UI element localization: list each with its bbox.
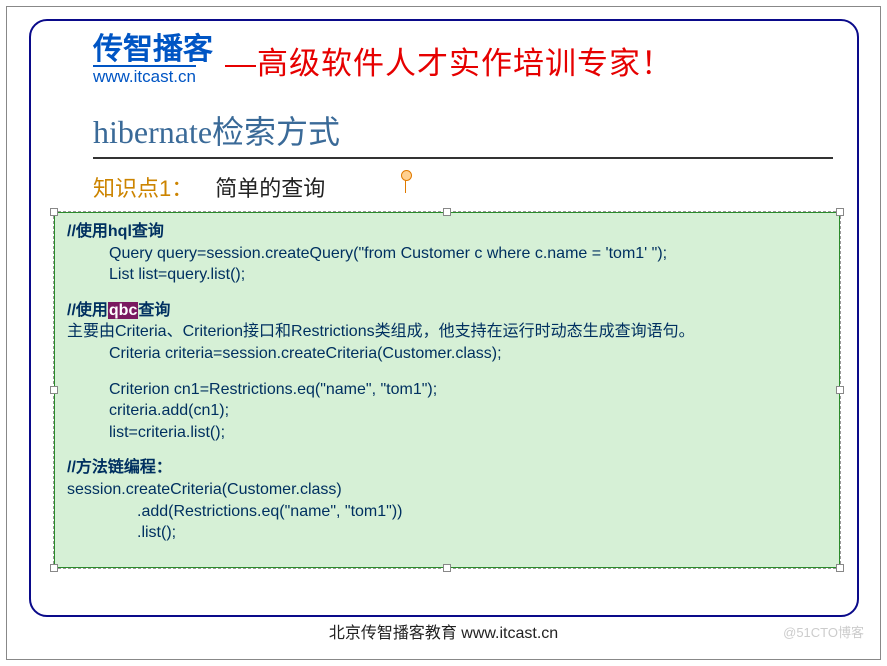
code-line: Criteria criteria=session.createCriteria… (109, 343, 827, 365)
resize-handle-tl[interactable] (50, 208, 58, 216)
code-text: //使用 (67, 302, 108, 319)
brand-name: 传智播客 (93, 35, 213, 65)
code-text: 查询 (138, 302, 170, 319)
brand-text: 传智播客 (93, 35, 213, 65)
page-outline: 传智播客 www.itcast.cn —高级软件人才实作培训专家！ hibern… (6, 6, 881, 660)
code-panel: //使用hql查询 Query query=session.createQuer… (54, 212, 840, 568)
header-tagline: —高级软件人才实作培训专家！ (225, 38, 673, 83)
resize-handle-tr[interactable] (836, 208, 844, 216)
resize-handle-tm[interactable] (443, 208, 451, 216)
slide-header: 传智播客 www.itcast.cn —高级软件人才实作培训专家！ (93, 35, 835, 85)
resize-handle-bm[interactable] (443, 564, 451, 572)
code-line: //使用hql查询 (67, 221, 827, 243)
code-line: //使用qbc查询 (67, 300, 827, 322)
code-line: session.createCriteria(Customer.class) (67, 479, 827, 501)
code-line: .add(Restrictions.eq("name", "tom1")) (137, 501, 827, 523)
brand-logo: 传智播客 www.itcast.cn (93, 35, 213, 85)
code-line: 主要由Criteria、Criterion接口和Restrictions类组成，… (67, 321, 827, 343)
highlighted-word: qbc (108, 302, 138, 319)
title-divider (93, 157, 833, 159)
code-textbox-selection[interactable]: //使用hql查询 Query query=session.createQuer… (53, 211, 841, 569)
kp-text: 简单的查询 (215, 171, 325, 203)
kp-label: 知识点1： (93, 171, 193, 203)
watermark: @51CTO博客 (783, 622, 864, 641)
blank-line (67, 443, 827, 457)
code-line: .list(); (137, 522, 827, 544)
code-line: list=criteria.list(); (109, 422, 827, 444)
resize-handle-bl[interactable] (50, 564, 58, 572)
resize-handle-mr[interactable] (836, 386, 844, 394)
code-line: List list=query.list(); (109, 264, 827, 286)
slide-footer: 北京传智播客教育 www.itcast.cn (7, 619, 880, 643)
slide-frame: 传智播客 www.itcast.cn —高级软件人才实作培训专家！ hibern… (29, 19, 859, 617)
blank-line (67, 286, 827, 300)
resize-handle-br[interactable] (836, 564, 844, 572)
code-line: Criterion cn1=Restrictions.eq("name", "t… (109, 379, 827, 401)
code-line: //方法链编程： (67, 457, 827, 479)
brand-url: www.itcast.cn (93, 65, 196, 85)
blank-line (67, 365, 827, 379)
code-line: Query query=session.createQuery("from Cu… (109, 243, 827, 265)
caret-indicator-icon (405, 175, 406, 193)
slide-title: hibernate检索方式 (93, 107, 835, 153)
knowledge-point-row: 知识点1： 简单的查询 (93, 171, 835, 203)
code-line: criteria.add(cn1); (109, 400, 827, 422)
resize-handle-ml[interactable] (50, 386, 58, 394)
